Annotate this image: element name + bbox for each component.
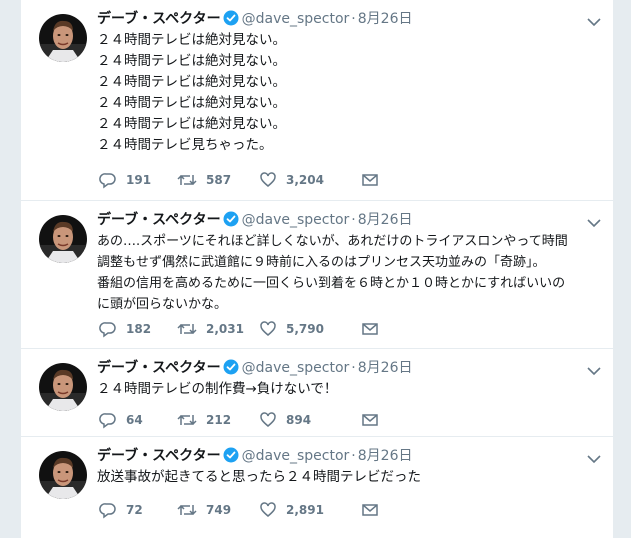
retweet-icon: [177, 503, 197, 517]
chevron-down-icon[interactable]: [587, 213, 601, 228]
reply-icon: [99, 413, 117, 429]
reply-button[interactable]: 72: [99, 500, 143, 520]
heart-icon: [259, 321, 277, 336]
user-handle[interactable]: @dave_spector: [242, 448, 350, 464]
retweet-count: 212: [206, 413, 232, 427]
envelope-icon: [361, 413, 379, 427]
tweet-text-line: 放送事故が起きてると思ったら２４時間テレビだった: [97, 469, 421, 485]
heart-icon: [259, 502, 277, 517]
reply-icon: [99, 173, 117, 189]
retweet-button[interactable]: 749: [177, 500, 231, 520]
heart-icon: [259, 172, 277, 187]
display-name[interactable]: デーブ・スペクター: [97, 448, 221, 464]
retweet-icon: [177, 173, 197, 187]
tweet-header: デーブ・スペクター @dave_spector · 8月26日: [97, 446, 573, 466]
reply-button[interactable]: 182: [99, 319, 151, 339]
like-count: 3,204: [286, 173, 324, 187]
tweet-text-line: ２４時間テレビは絶対見ない。: [97, 95, 286, 111]
tweet-text-line: 調整もせず偶然に武道館に９時前に入るのはプリンセス天功並みの「奇跡」。: [97, 255, 546, 270]
display-name[interactable]: デーブ・スペクター: [97, 360, 221, 376]
avatar[interactable]: [39, 451, 87, 499]
verified-badge-icon: [223, 359, 239, 381]
envelope-icon: [361, 322, 379, 336]
like-count: 894: [286, 413, 312, 427]
retweet-icon: [177, 322, 197, 336]
tweet-text: ２４時間テレビは絶対見ない。 ２４時間テレビは絶対見ない。 ２４時間テレビは絶対…: [97, 30, 599, 156]
tweet-text-line: ２４時間テレビは絶対見ない。: [97, 32, 286, 48]
reply-icon: [99, 503, 117, 519]
direct-message-button[interactable]: [361, 500, 379, 520]
avatar[interactable]: [39, 215, 87, 263]
reply-button[interactable]: 191: [99, 170, 151, 190]
tweet-text-line: ２４時間テレビは絶対見ない。: [97, 116, 286, 132]
chevron-down-icon[interactable]: [587, 12, 601, 27]
tweet-text: 放送事故が起きてると思ったら２４時間テレビだった: [97, 467, 599, 488]
tweet[interactable]: デーブ・スペクター @dave_spector · 8月26日 ２４時間テレビの制作費…: [21, 349, 613, 437]
tweet-text-line: に頭が回らないかな。: [97, 297, 228, 312]
tweet-date[interactable]: 8月26日: [358, 11, 413, 27]
like-button[interactable]: 5,790: [259, 319, 324, 339]
retweet-count: 749: [206, 503, 232, 517]
retweet-button[interactable]: 2,031: [177, 319, 244, 339]
tweet[interactable]: デーブ・スペクター @dave_spector · 8月26日 ２４時間テレビは絶対見…: [21, 0, 613, 201]
tweet-header: デーブ・スペクター @dave_spector · 8月26日: [97, 210, 573, 230]
retweet-icon: [177, 413, 197, 427]
tweet-text-line: あの….スポーツにそれほど詳しくないが、あれだけのトライアスロンやって時間: [97, 234, 568, 249]
tweet[interactable]: デーブ・スペクター @dave_spector · 8月26日 放送事故が起きてると思…: [21, 437, 613, 538]
heart-icon: [259, 412, 277, 427]
like-button[interactable]: 3,204: [259, 170, 324, 190]
envelope-icon: [361, 503, 379, 517]
envelope-icon: [361, 173, 379, 187]
display-name[interactable]: デーブ・スペクター: [97, 11, 221, 27]
retweet-button[interactable]: 212: [177, 410, 231, 430]
tweet-text-line: ２４時間テレビは絶対見ない。: [97, 53, 286, 69]
direct-message-button[interactable]: [361, 319, 379, 339]
verified-badge-icon: [223, 447, 239, 469]
tweet-text-line: ２４時間テレビ見ちゃった。: [97, 137, 273, 153]
reply-count: 191: [126, 173, 152, 187]
reply-count: 182: [126, 322, 152, 336]
chevron-down-icon[interactable]: [587, 449, 601, 464]
avatar[interactable]: [39, 14, 87, 62]
retweet-count: 2,031: [206, 322, 244, 336]
timeline: デーブ・スペクター @dave_spector · 8月26日 ２４時間テレビは絶対見…: [20, 0, 614, 538]
user-handle[interactable]: @dave_spector: [242, 212, 350, 228]
reply-count: 72: [126, 503, 143, 517]
retweet-count: 587: [206, 173, 232, 187]
like-button[interactable]: 894: [259, 410, 311, 430]
tweet-text-line: ２４時間テレビの制作費→負けないで！: [97, 381, 338, 397]
direct-message-button[interactable]: [361, 410, 379, 430]
reply-count: 64: [126, 413, 143, 427]
reply-button[interactable]: 64: [99, 410, 143, 430]
user-handle[interactable]: @dave_spector: [242, 11, 350, 27]
like-button[interactable]: 2,891: [259, 500, 324, 520]
display-name[interactable]: デーブ・スペクター: [97, 212, 221, 228]
reply-icon: [99, 322, 117, 338]
retweet-button[interactable]: 587: [177, 170, 231, 190]
tweet-date[interactable]: 8月26日: [358, 212, 413, 228]
tweet-text-line: 番組の信用を高めるために一回くらい到着を６時とか１０時とかにすればいいの: [97, 276, 566, 291]
tweet-text-line: ２４時間テレビは絶対見ない。: [97, 74, 286, 90]
tweet[interactable]: デーブ・スペクター @dave_spector · 8月26日 あの….スポーツにそれ…: [21, 201, 613, 349]
tweet-header: デーブ・スペクター @dave_spector · 8月26日: [97, 9, 573, 29]
separator-dot: ·: [351, 11, 356, 27]
like-count: 5,790: [286, 322, 324, 336]
verified-badge-icon: [223, 10, 239, 32]
chevron-down-icon[interactable]: [587, 361, 601, 376]
separator-dot: ·: [351, 360, 356, 376]
separator-dot: ·: [351, 448, 356, 464]
tweet-text: あの….スポーツにそれほど詳しくないが、あれだけのトライアスロンやって時間 調整…: [97, 231, 599, 315]
user-handle[interactable]: @dave_spector: [242, 360, 350, 376]
tweet-text: ２４時間テレビの制作費→負けないで！: [97, 379, 599, 400]
direct-message-button[interactable]: [361, 170, 379, 190]
like-count: 2,891: [286, 503, 324, 517]
tweet-date[interactable]: 8月26日: [358, 360, 413, 376]
tweet-header: デーブ・スペクター @dave_spector · 8月26日: [97, 358, 573, 378]
verified-badge-icon: [223, 211, 239, 233]
avatar[interactable]: [39, 363, 87, 411]
tweet-date[interactable]: 8月26日: [358, 448, 413, 464]
separator-dot: ·: [351, 212, 356, 228]
